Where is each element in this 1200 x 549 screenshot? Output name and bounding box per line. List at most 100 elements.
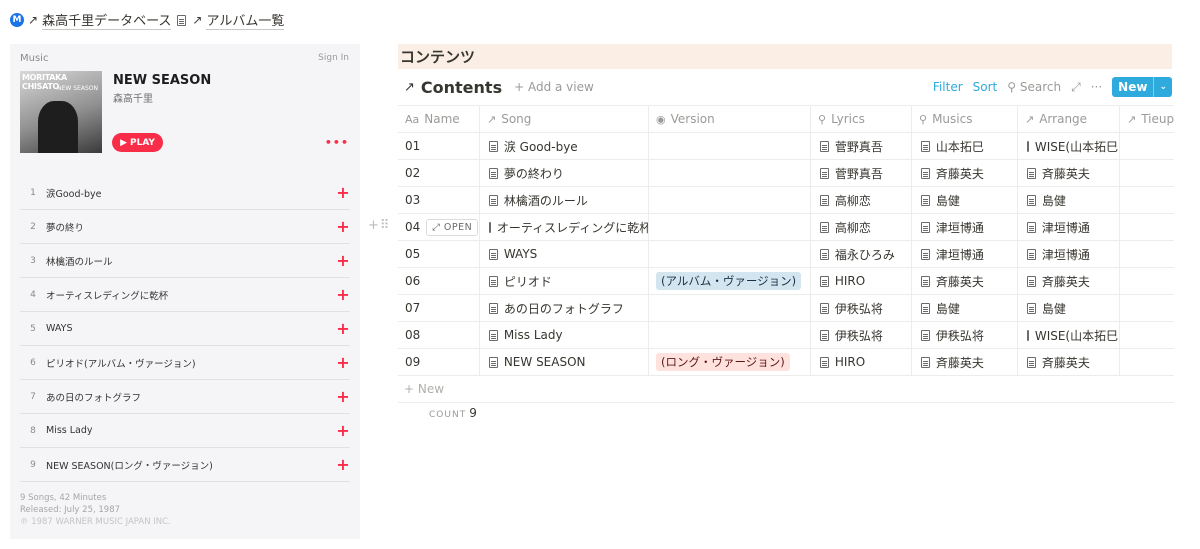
cell-musics[interactable]: 斉藤英夫 — [912, 160, 1018, 186]
table-row[interactable]: 05 WAYS 福永ひろみ 津垣博通 津垣博通 — [398, 241, 1174, 268]
cell-arrange[interactable]: 斉藤英夫 — [1018, 349, 1120, 375]
cell-arrange[interactable]: WISE(山本拓巳 — [1018, 322, 1120, 348]
chevron-down-icon[interactable]: ⌄ — [1153, 77, 1172, 97]
cell-song[interactable]: WAYS — [480, 241, 649, 267]
album-artist[interactable]: 森高千里 — [113, 90, 153, 105]
cell-arrange[interactable]: 津垣博通 — [1018, 241, 1120, 267]
cell-arrange[interactable]: 斉藤英夫 — [1018, 160, 1120, 186]
track-row[interactable]: 4 オーティスレディングに乾杯 + — [20, 278, 350, 312]
expand-icon[interactable]: ⤢ — [1071, 80, 1081, 95]
cell-name[interactable]: 09 — [398, 349, 480, 375]
cell-song[interactable]: ピリオド — [480, 268, 649, 294]
add-track-icon[interactable]: + — [336, 218, 350, 234]
track-row[interactable]: 3 林檎酒のルール + — [20, 244, 350, 278]
cell-version[interactable] — [649, 295, 811, 321]
cell-tieup[interactable] — [1120, 160, 1174, 186]
breadcrumb-link-albums[interactable]: アルバム一覧 — [206, 10, 285, 30]
track-row[interactable]: 2 夢の終り + — [20, 210, 350, 244]
cell-name[interactable]: 08 — [398, 322, 480, 348]
table-row[interactable]: 03 林檎酒のルール 高柳恋 島健 島健 — [398, 187, 1174, 214]
track-row[interactable]: 1 涙Good-bye + — [20, 176, 350, 210]
add-track-icon[interactable]: + — [336, 320, 350, 336]
track-row[interactable]: 5 WAYS + — [20, 312, 350, 346]
new-button[interactable]: New ⌄ — [1112, 77, 1172, 97]
add-track-icon[interactable]: + — [336, 388, 350, 404]
cell-song[interactable]: NEW SEASON — [480, 349, 649, 375]
cell-version[interactable] — [649, 214, 811, 240]
column-header-arrange[interactable]: ↗ Arrange — [1018, 106, 1120, 132]
column-header-name[interactable]: Aa Name — [398, 106, 480, 132]
cell-song[interactable]: オーティスレディングに乾杯 — [480, 214, 649, 240]
add-track-icon[interactable]: + — [336, 286, 350, 302]
table-row[interactable]: 01 涙 Good-bye 菅野真吾 山本拓巳 WISE(山本拓巳 — [398, 133, 1174, 160]
search-button[interactable]: ⚲ Search — [1007, 80, 1061, 94]
cell-song[interactable]: 林檎酒のルール — [480, 187, 649, 213]
cell-version[interactable]: (アルバム・ヴァージョン) — [649, 268, 811, 294]
apple-music-logo[interactable]: Music — [20, 53, 48, 64]
cell-musics[interactable]: 島健 — [912, 187, 1018, 213]
table-row[interactable]: 02 夢の終わり 菅野真吾 斉藤英夫 斉藤英夫 — [398, 160, 1174, 187]
cell-tieup[interactable] — [1120, 241, 1174, 267]
cell-musics[interactable]: 津垣博通 — [912, 241, 1018, 267]
cell-lyrics[interactable]: 高柳恋 — [811, 214, 912, 240]
add-row-button[interactable]: + New — [398, 376, 1174, 403]
cell-version[interactable] — [649, 241, 811, 267]
cell-lyrics[interactable]: 伊秩弘将 — [811, 322, 912, 348]
cell-version[interactable]: (ロング・ヴァージョン) — [649, 349, 811, 375]
column-header-lyrics[interactable]: ⚲ Lyrics — [811, 106, 912, 132]
cell-lyrics[interactable]: 高柳恋 — [811, 187, 912, 213]
cell-arrange[interactable]: 島健 — [1018, 295, 1120, 321]
column-header-tieup[interactable]: ↗ Tieup — [1120, 106, 1174, 132]
add-track-icon[interactable]: + — [336, 354, 350, 370]
cell-version[interactable] — [649, 160, 811, 186]
cell-song[interactable]: 涙 Good-bye — [480, 133, 649, 159]
add-track-icon[interactable]: + — [336, 252, 350, 268]
cell-tieup[interactable] — [1120, 322, 1174, 348]
cell-arrange[interactable]: 津垣博通 — [1018, 214, 1120, 240]
add-track-icon[interactable]: + — [336, 422, 350, 438]
play-button[interactable]: ▶ PLAY — [112, 133, 163, 152]
cell-lyrics[interactable]: 菅野真吾 — [811, 160, 912, 186]
cell-version[interactable] — [649, 187, 811, 213]
cell-version[interactable] — [649, 322, 811, 348]
database-title[interactable]: Contents — [421, 78, 502, 97]
track-row[interactable]: 8 Miss Lady + — [20, 414, 350, 448]
cell-song[interactable]: あの日のフォトグラフ — [480, 295, 649, 321]
cell-musics[interactable]: 山本拓巳 — [912, 133, 1018, 159]
cell-tieup[interactable] — [1120, 214, 1174, 240]
cell-musics[interactable]: 斉藤英夫 — [912, 268, 1018, 294]
sort-button[interactable]: Sort — [973, 80, 998, 94]
track-row[interactable]: 7 あの日のフォトグラフ + — [20, 380, 350, 414]
cell-musics[interactable]: 島健 — [912, 295, 1018, 321]
cell-name[interactable]: 01 — [398, 133, 480, 159]
cell-musics[interactable]: 津垣博通 — [912, 214, 1018, 240]
column-header-version[interactable]: ◉ Version — [649, 106, 811, 132]
cell-lyrics[interactable]: HIRO — [811, 349, 912, 375]
track-row[interactable]: 6 ピリオド(アルバム・ヴァージョン) + — [20, 346, 350, 380]
drag-handle-icon[interactable]: +⠿ — [368, 218, 390, 233]
cell-lyrics[interactable]: 菅野真吾 — [811, 133, 912, 159]
open-row-button[interactable]: ⤢ OPEN — [426, 218, 479, 236]
more-icon[interactable]: ··· — [1091, 80, 1102, 94]
cell-lyrics[interactable]: HIRO — [811, 268, 912, 294]
more-options-icon[interactable]: ••• — [325, 136, 349, 149]
table-row[interactable]: 06 ピリオド (アルバム・ヴァージョン) HIRO 斉藤英夫 斉藤英夫 — [398, 268, 1174, 295]
add-view-button[interactable]: + Add a view — [514, 80, 594, 94]
album-cover[interactable]: MORITAKA CHISATO NEW SEASON — [20, 71, 102, 153]
table-row[interactable]: 09 NEW SEASON (ロング・ヴァージョン) HIRO 斉藤英夫 斉藤英夫 — [398, 349, 1174, 376]
cell-lyrics[interactable]: 伊秩弘将 — [811, 295, 912, 321]
add-track-icon[interactable]: + — [336, 184, 350, 200]
cell-tieup[interactable] — [1120, 133, 1174, 159]
cell-song[interactable]: Miss Lady — [480, 322, 649, 348]
cell-song[interactable]: 夢の終わり — [480, 160, 649, 186]
cell-name[interactable]: 07 — [398, 295, 480, 321]
column-header-song[interactable]: ↗ Song — [480, 106, 649, 132]
sign-in-link[interactable]: Sign In — [318, 53, 349, 63]
breadcrumb-link-database[interactable]: 森高千里データベース — [42, 10, 172, 30]
column-header-musics[interactable]: ⚲ Musics — [912, 106, 1018, 132]
table-row[interactable]: 08 Miss Lady 伊秩弘将 伊秩弘将 WISE(山本拓巳 — [398, 322, 1174, 349]
track-row[interactable]: 9 NEW SEASON(ロング・ヴァージョン) + — [20, 448, 350, 482]
cell-lyrics[interactable]: 福永ひろみ — [811, 241, 912, 267]
cell-tieup[interactable] — [1120, 187, 1174, 213]
cell-arrange[interactable]: 斉藤英夫 — [1018, 268, 1120, 294]
